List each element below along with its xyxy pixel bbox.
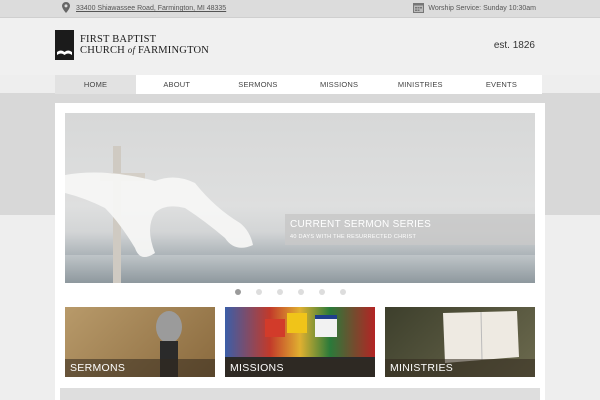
slider-dot[interactable] xyxy=(340,289,346,295)
ministries-tile-label: MINISTRIES xyxy=(385,359,535,377)
bottom-strip xyxy=(60,388,540,400)
sermons-tile[interactable]: SERMONS xyxy=(65,307,215,377)
nav-item-home[interactable]: HOME xyxy=(55,75,137,94)
site-header: FIRST BAPTIST CHURCH of FARMINGTON est. … xyxy=(0,18,600,75)
nav-item-ministries[interactable]: MINISTRIES xyxy=(380,75,461,94)
bible-logo-icon xyxy=(55,30,74,60)
address-link[interactable]: 33400 Shiawassee Road, Farmington, MI 48… xyxy=(76,5,226,12)
slider-dot[interactable] xyxy=(298,289,304,295)
service-time: Worship Service: Sunday 10:30am xyxy=(413,2,536,15)
slider-dot[interactable] xyxy=(256,289,262,295)
hero-slider[interactable] xyxy=(65,113,535,283)
ministries-tile[interactable]: MINISTRIES xyxy=(385,307,535,377)
address-block: 33400 Shiawassee Road, Farmington, MI 48… xyxy=(62,2,226,15)
slider-dot[interactable] xyxy=(319,289,325,295)
caption-subtitle: 40 DAYS WITH THE RESURRECTED CHRIST xyxy=(290,234,417,240)
service-text: Worship Service: Sunday 10:30am xyxy=(428,5,536,12)
nav-item-sermons[interactable]: SERMONS xyxy=(217,75,298,94)
established-year: est. 1826 xyxy=(493,40,535,51)
calendar-icon xyxy=(413,2,425,15)
slide-caption[interactable]: CURRENT SERMON SERIES 40 DAYS WITH THE R… xyxy=(285,214,535,245)
missions-tile[interactable]: MISSIONS xyxy=(225,307,375,377)
sermons-tile-label: SERMONS xyxy=(65,359,215,377)
cross-cloth-illustration xyxy=(65,172,253,257)
top-info-bar: 33400 Shiawassee Road, Farmington, MI 48… xyxy=(0,0,600,18)
main-navigation: HOME ABOUT SERMONS MISSIONS MINISTRIES E… xyxy=(55,75,542,94)
caption-title: CURRENT SERMON SERIES xyxy=(290,219,432,230)
slider-dot[interactable] xyxy=(235,289,241,295)
nav-item-missions[interactable]: MISSIONS xyxy=(299,75,380,94)
church-logo[interactable]: FIRST BAPTIST CHURCH of FARMINGTON xyxy=(55,30,209,60)
slider-dot[interactable] xyxy=(277,289,283,295)
slider-pagination xyxy=(235,289,361,295)
logo-line-1: FIRST BAPTIST xyxy=(80,34,157,45)
nav-item-about[interactable]: ABOUT xyxy=(136,75,217,94)
nav-item-events[interactable]: EVENTS xyxy=(461,75,542,94)
logo-line-2: CHURCH of FARMINGTON xyxy=(80,45,210,56)
map-pin-icon xyxy=(62,2,70,15)
missions-tile-label: MISSIONS xyxy=(225,359,375,377)
